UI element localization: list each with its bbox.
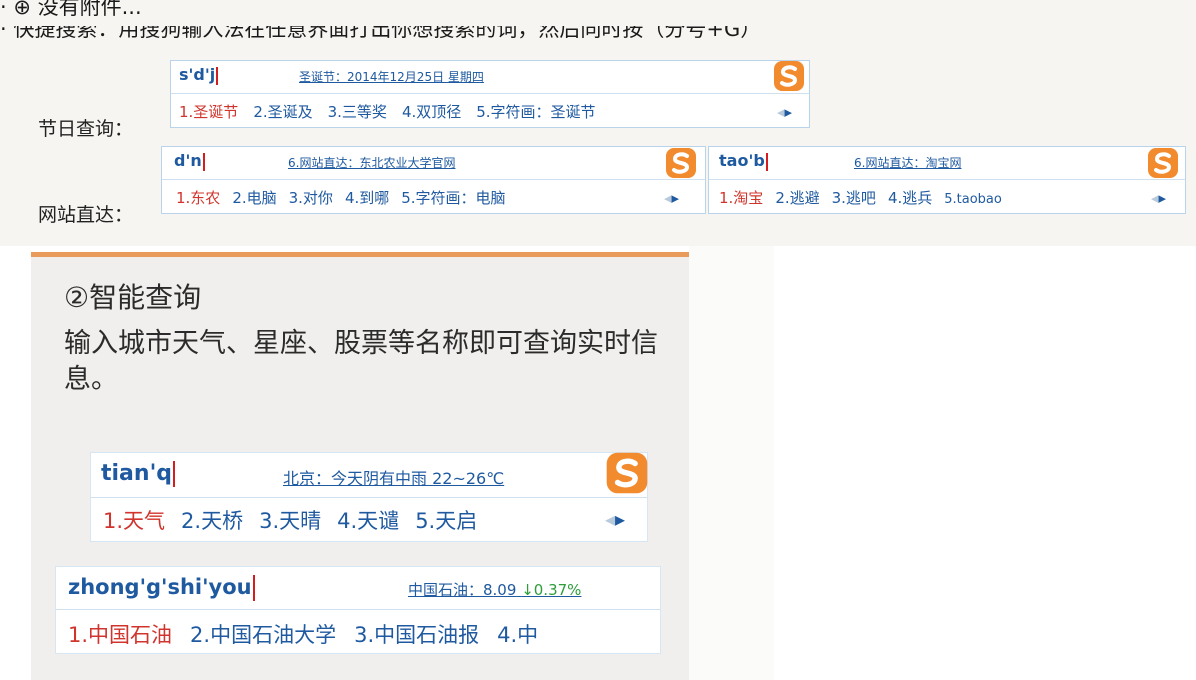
candidate-3[interactable]: 3.逃吧 — [832, 187, 876, 208]
ime-composition-bar: s'd'j 圣诞节：2014年12月25日 星期四 — [171, 61, 809, 94]
candidate-4[interactable]: 4.中 — [497, 619, 538, 649]
page-next-icon[interactable]: ▸ — [672, 189, 680, 207]
ime-pager: ◂▸ — [1151, 189, 1166, 207]
blank-area — [689, 246, 774, 680]
candidate-2[interactable]: 2.圣诞及 — [253, 101, 312, 122]
ime-input-text[interactable]: tao'b — [719, 151, 768, 171]
candidate-3[interactable]: 3.天晴 — [259, 505, 321, 535]
candidate-5[interactable]: 5.taobao — [944, 192, 1002, 207]
ime-pager: ◂▸ — [777, 103, 792, 121]
text-caret — [252, 575, 255, 601]
slide-description: 输入城市天气、星座、股票等名称即可查询实时信息。 — [64, 328, 658, 395]
candidate-1[interactable]: 1.淘宝 — [719, 187, 763, 208]
ime-website-panel-1: d'n 6.网站直达：东北农业大学官网 1.东农 2.电脑 3.对你 4.到哪 5.字符… — [161, 146, 706, 214]
ime-input-text[interactable]: zhong'g'shi'you — [68, 575, 255, 601]
candidate-1[interactable]: 1.圣诞节 — [179, 101, 238, 122]
page-next-icon[interactable]: ▸ — [1159, 189, 1167, 207]
sogou-logo-icon — [666, 148, 696, 178]
page-next-icon[interactable]: ▸ — [785, 103, 793, 121]
ime-input-text[interactable]: d'n — [174, 151, 205, 171]
ime-candidate-list: 1.中国石油 2.中国石油大学 3.中国石油报 4.中 — [68, 619, 660, 649]
candidate-2[interactable]: 2.逃避 — [775, 187, 819, 208]
sogou-logo-icon — [606, 452, 648, 494]
sogou-logo-icon — [774, 61, 804, 91]
ime-composition-bar: tao'b 6.网站直达：淘宝网 — [709, 147, 1185, 180]
text-caret — [202, 152, 205, 171]
page-prev-icon[interactable]: ◂ — [664, 189, 672, 207]
candidate-1[interactable]: 1.中国石油 — [68, 619, 172, 649]
holiday-query-label: 节日查询： — [38, 118, 134, 140]
ime-input-value: zhong'g'shi'you — [68, 575, 252, 599]
ime-input-value: s'd'j — [179, 65, 216, 84]
ime-weather-panel: tian'q 北京：今天阴有中雨 22~26℃ 1.天气 2.天桥 3.天晴 4.天谴… — [90, 452, 648, 542]
stock-price: 中国石油：8.09 — [408, 581, 517, 599]
candidate-2[interactable]: 2.天桥 — [181, 505, 243, 535]
candidate-2[interactable]: 2.电脑 — [232, 187, 276, 208]
candidate-4[interactable]: 4.逃兵 — [888, 187, 932, 208]
page-prev-icon[interactable]: ◂ — [605, 507, 615, 531]
candidate-5[interactable]: 5.字符画：电脑 — [401, 187, 505, 208]
ime-smart-hint[interactable]: 6.网站直达：东北农业大学官网 — [288, 154, 455, 171]
ime-candidate-list: 1.东农 2.电脑 3.对你 4.到哪 5.字符画：电脑 — [176, 187, 705, 208]
ime-candidate-list: 1.圣诞节 2.圣诞及 3.三等奖 4.双顶径 5.字符画：圣诞节 — [179, 101, 809, 122]
ime-smart-hint[interactable]: 6.网站直达：淘宝网 — [854, 154, 961, 171]
ime-input-text[interactable]: s'd'j — [179, 65, 219, 85]
slide-title: ②智能查询 — [64, 281, 202, 314]
candidate-3[interactable]: 3.三等奖 — [328, 101, 387, 122]
ime-smart-hint[interactable]: 中国石油：8.09 ↓0.37% — [408, 579, 581, 600]
ime-input-text[interactable]: tian'q — [101, 461, 176, 487]
page-prev-icon[interactable]: ◂ — [1151, 189, 1159, 207]
page-next-icon[interactable]: ▸ — [615, 507, 625, 531]
ime-pager: ◂▸ — [664, 189, 679, 207]
stock-change: ↓0.37% — [521, 581, 582, 599]
ime-candidate-list: 1.天气 2.天桥 3.天晴 4.天谴 5.天启 — [103, 505, 647, 535]
text-caret — [765, 152, 768, 171]
candidate-5[interactable]: 5.字符画：圣诞节 — [476, 101, 595, 122]
ime-composition-bar: tian'q 北京：今天阴有中雨 22~26℃ — [91, 453, 647, 498]
ime-input-value: d'n — [174, 151, 202, 170]
attachment-text: · ⊕ 没有附件... — [0, 0, 142, 17]
attachment-line: · ⊕ 没有附件... — [0, 0, 142, 17]
quick-search-text: · 快捷搜索：用搜狗输入法在任意界面打出你想搜索的词，然后同时按（分号+G） — [0, 26, 762, 41]
ime-candidate-list: 1.淘宝 2.逃避 3.逃吧 4.逃兵 5.taobao — [719, 187, 1185, 208]
slide-accent-rule — [31, 252, 689, 257]
text-caret — [216, 66, 219, 85]
ime-smart-hint[interactable]: 圣诞节：2014年12月25日 星期四 — [299, 68, 484, 85]
sogou-logo-icon — [1148, 148, 1178, 178]
ime-smart-hint[interactable]: 北京：今天阴有中雨 22~26℃ — [283, 465, 504, 489]
ime-input-value: tian'q — [101, 461, 173, 486]
website-direct-label: 网站直达： — [38, 204, 134, 226]
candidate-1[interactable]: 1.东农 — [176, 187, 220, 208]
ime-pager: ◂▸ — [605, 507, 625, 531]
ime-holiday-panel: s'd'j 圣诞节：2014年12月25日 星期四 1.圣诞节 2.圣诞及 3.三等… — [170, 60, 810, 128]
ime-composition-bar: zhong'g'shi'you 中国石油：8.09 ↓0.37% — [56, 567, 660, 610]
ime-stock-panel: zhong'g'shi'you 中国石油：8.09 ↓0.37% 1.中国石油 2… — [55, 566, 661, 654]
ime-input-value: tao'b — [719, 151, 765, 170]
candidate-5[interactable]: 5.天启 — [415, 505, 477, 535]
ime-website-panel-2: tao'b 6.网站直达：淘宝网 1.淘宝 2.逃避 3.逃吧 4.逃兵 5.taoba… — [708, 146, 1186, 214]
candidate-4[interactable]: 4.天谴 — [337, 505, 399, 535]
ime-composition-bar: d'n 6.网站直达：东北农业大学官网 — [162, 147, 705, 180]
quick-search-line: · 快捷搜索：用搜狗输入法在任意界面打出你想搜索的词，然后同时按（分号+G） — [0, 26, 761, 48]
candidate-1[interactable]: 1.天气 — [103, 505, 165, 535]
candidate-3[interactable]: 3.中国石油报 — [354, 619, 479, 649]
page-prev-icon[interactable]: ◂ — [777, 103, 785, 121]
candidate-2[interactable]: 2.中国石油大学 — [190, 619, 336, 649]
candidate-4[interactable]: 4.到哪 — [345, 187, 389, 208]
text-caret — [173, 461, 176, 487]
candidate-4[interactable]: 4.双顶径 — [402, 101, 461, 122]
candidate-3[interactable]: 3.对你 — [289, 187, 333, 208]
